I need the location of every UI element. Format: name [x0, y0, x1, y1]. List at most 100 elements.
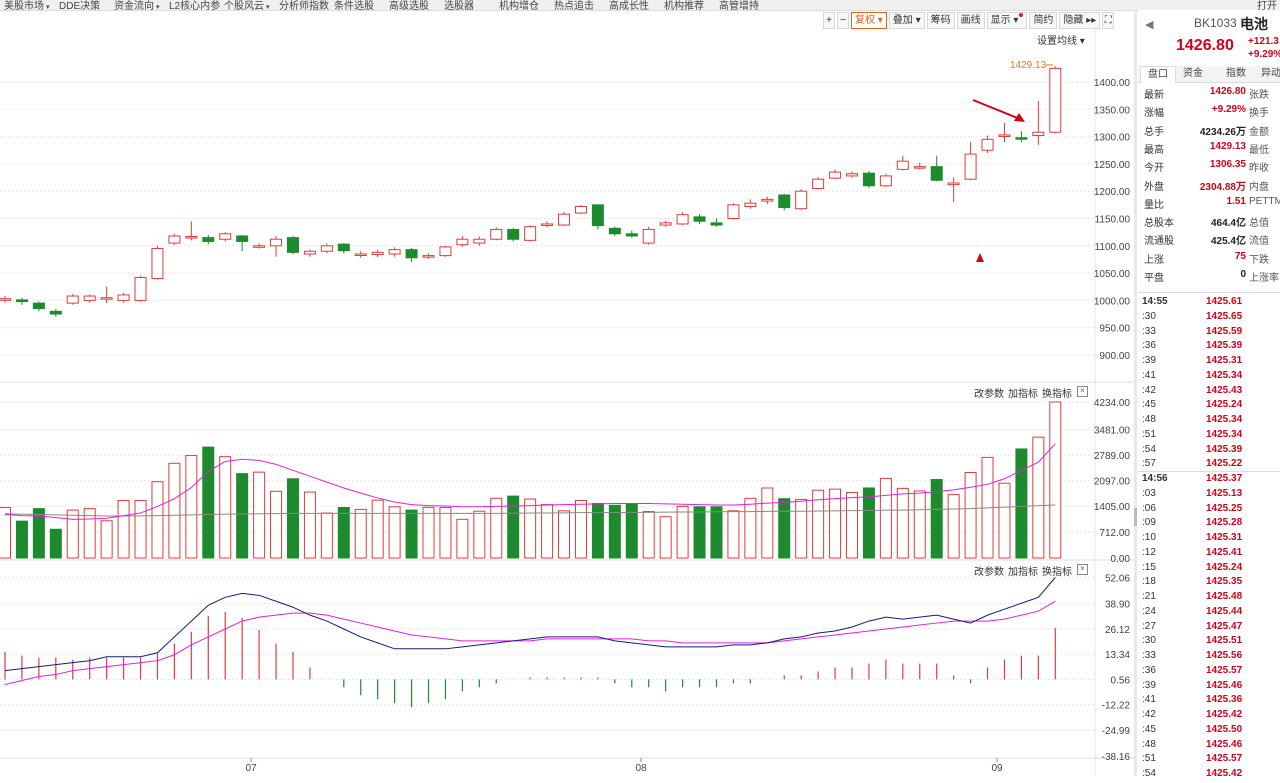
vol-add-indicator-button[interactable]: 加指标 — [1008, 385, 1038, 400]
zoom-out-button[interactable]: − — [837, 11, 849, 29]
stat-label-2: 昨收 — [1249, 163, 1269, 175]
volume-bar — [795, 498, 808, 559]
candle — [473, 236, 486, 246]
tick-row: :42 1425.43 — [1138, 385, 1280, 400]
vol-change-params-button[interactable]: 改参数 — [974, 385, 1004, 400]
collapse-handle-icon[interactable] — [1134, 508, 1137, 526]
stat-label: 总股本 — [1144, 218, 1174, 230]
menu-item-1[interactable]: DDE决策 — [59, 0, 100, 10]
tick-price: 1425.39 — [1206, 340, 1243, 352]
volume-bar — [439, 507, 452, 559]
panel-divider[interactable] — [1134, 10, 1137, 776]
menu-item-7[interactable]: 高级选股 — [389, 0, 429, 10]
menu-item-9[interactable]: 机构增仓 — [499, 0, 539, 10]
stat-value: 75 — [1234, 250, 1246, 262]
menu-item-5[interactable]: 分析师指数 — [279, 0, 329, 10]
stat-row: 平盘 0 上涨率 — [1138, 269, 1280, 285]
macd-dif-line — [4, 577, 1056, 672]
tick-price: 1425.34 — [1206, 428, 1243, 440]
simple-mode-button[interactable]: 简约 — [1029, 11, 1058, 29]
candle-body — [812, 178, 825, 189]
tick-time: :33 — [1142, 650, 1156, 661]
candle — [490, 227, 503, 241]
volume-tick-label: 2097.00 — [1094, 477, 1131, 488]
volume-bar — [1049, 401, 1062, 559]
volume-bar — [49, 528, 62, 559]
menu-item-10[interactable]: 热点追击 — [554, 0, 594, 10]
menu-item-0[interactable]: 美股市场 — [4, 0, 49, 10]
menu-item-2[interactable]: 资金流向 — [114, 0, 159, 10]
hide-button[interactable]: 隐藏 ▸▸ — [1059, 11, 1101, 29]
chip-button[interactable]: 筹码 — [926, 11, 955, 29]
tick-time: :12 — [1142, 546, 1156, 558]
kline-chart[interactable]: 1429.13 1400.00 1350.00 1300.00 1250.00 1200.… — [0, 30, 1134, 776]
menu-item-12[interactable]: 机构推荐 — [664, 0, 704, 10]
volume-bar — [337, 507, 350, 559]
menu-item-8[interactable]: 选股器 — [444, 0, 474, 10]
candle-body — [676, 214, 689, 225]
candle-body — [354, 253, 367, 256]
stat-row: 流通股 425.4亿 流值 — [1138, 232, 1280, 248]
candle — [507, 227, 520, 242]
candle-body — [778, 194, 791, 209]
tick-list[interactable]: 14:55 1425.61:30 1425.65:33 1425.59:36 1425.… — [1138, 292, 1280, 779]
candle — [812, 177, 825, 190]
price-tick-label: 1100.00 — [1095, 242, 1131, 253]
tab-alerts[interactable]: 异动 — [1254, 66, 1280, 82]
display-button[interactable]: 显示 ▾ — [986, 11, 1028, 29]
fuquan-button[interactable]: 复权 ▾ — [851, 11, 887, 29]
candle-body — [507, 228, 520, 240]
candle-body — [337, 243, 350, 252]
tick-price: 1425.44 — [1206, 605, 1243, 617]
tick-row: :30 1425.65 — [1138, 311, 1280, 326]
volume-tick-label: 0.00 — [1111, 554, 1131, 565]
candle-body — [253, 245, 266, 248]
macd-add-indicator-button[interactable]: 加指标 — [1008, 563, 1038, 578]
volume-bar — [405, 509, 418, 559]
draw-line-button[interactable]: 画线 — [956, 11, 985, 29]
stat-label: 外盘 — [1144, 181, 1164, 193]
volume-bar — [829, 488, 842, 559]
volume-bar — [727, 510, 740, 559]
menu-item-3[interactable]: L2核心内参 — [169, 0, 220, 10]
tick-price: 1425.56 — [1206, 650, 1243, 661]
macd-close-icon[interactable]: × — [1077, 564, 1088, 575]
vol-switch-indicator-button[interactable]: 换指标 — [1042, 385, 1072, 400]
back-arrow-icon[interactable]: ◀ — [1145, 18, 1153, 31]
menu-item-4[interactable]: 个股风云 — [224, 0, 269, 10]
volume-bar — [591, 502, 604, 559]
candle-body — [236, 235, 249, 242]
overlay-button[interactable]: 叠加 ▾ — [888, 11, 925, 29]
tick-time: :57 — [1142, 458, 1156, 470]
tick-price: 1425.43 — [1206, 384, 1243, 396]
tick-time: :06 — [1142, 502, 1156, 514]
macd-switch-indicator-button[interactable]: 换指标 — [1042, 563, 1072, 578]
month-label: 09 — [991, 763, 1003, 774]
tab-order-book[interactable]: 盘口 — [1140, 66, 1176, 83]
tick-time: :42 — [1142, 384, 1156, 396]
tab-funds[interactable]: 资金 — [1176, 66, 1210, 82]
menu-item-11[interactable]: 高成长性 — [609, 0, 649, 10]
volume-bar — [608, 504, 621, 559]
macd-change-params-button[interactable]: 改参数 — [974, 563, 1004, 578]
vol-close-icon[interactable]: × — [1077, 386, 1088, 397]
volume-bar — [761, 487, 774, 559]
price-tick-label: 1400.00 — [1094, 78, 1131, 89]
fullscreen-icon[interactable]: ⛶ — [1102, 11, 1115, 29]
tick-price: 1425.57 — [1206, 664, 1243, 676]
macd-tick-label: 52.06 — [1105, 573, 1130, 584]
volume-bar — [168, 462, 181, 559]
candle-body — [456, 238, 469, 246]
ma-settings-button[interactable]: 设置均线 ▾ — [1037, 32, 1085, 47]
zoom-in-button[interactable]: + — [823, 11, 835, 29]
menu-item-13[interactable]: 高管增持 — [719, 0, 759, 10]
price-tick-label: 1000.00 — [1094, 296, 1131, 307]
tick-separator — [1138, 471, 1280, 472]
tick-price: 1425.41 — [1206, 546, 1243, 558]
candle-body — [558, 213, 571, 226]
tick-price: 1425.46 — [1206, 679, 1243, 691]
menu-item-6[interactable]: 条件选股 — [334, 0, 374, 10]
tab-index[interactable]: 指数 — [1219, 66, 1253, 82]
tick-price: 1425.50 — [1206, 723, 1243, 735]
candle-body — [625, 233, 638, 237]
